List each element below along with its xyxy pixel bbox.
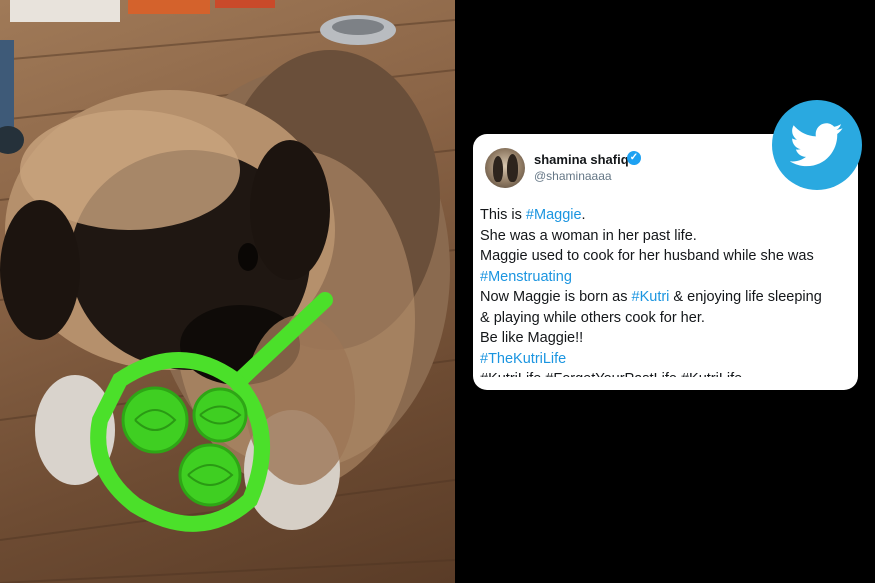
puppy-eye (238, 243, 258, 271)
hashtag-link[interactable]: #Maggie (526, 207, 582, 223)
background-box (10, 0, 120, 22)
background-orange-bin (128, 0, 210, 14)
tweet-line: This is #Maggie. (480, 207, 586, 223)
user-display-name: shamina shafiq (534, 152, 629, 167)
tweet-line: Maggie used to cook for her husband whil… (480, 248, 814, 264)
puppy-ear-left (0, 200, 80, 340)
tweet-line: Be like Maggie!! (480, 330, 584, 346)
twitter-bird-glyph (790, 123, 843, 167)
hashtag-link[interactable]: #Kutri (632, 289, 670, 305)
user-handle: @shaminaaaa (534, 169, 612, 183)
puppy-illustration (0, 0, 455, 583)
hashtag-link[interactable]: #Menstruating (480, 269, 572, 285)
tweet-text: This is #Maggie. She was a woman in her … (480, 205, 852, 377)
user-avatar (485, 148, 525, 188)
tweet-line: She was a woman in her past life. (480, 227, 697, 244)
tweet-line: Now Maggie is born as #Kutri & enjoying … (480, 289, 822, 305)
tweet-line-cut-off: #KutriLife #ForgetYourPastLife #KutriLif… (480, 369, 852, 377)
hashtag-link[interactable]: #TheKutriLife (480, 351, 566, 367)
tweet-line: #TheKutriLife (480, 349, 852, 370)
twitter-bird-icon (772, 100, 862, 190)
puppy-photo (0, 0, 455, 583)
tweet-line: #Menstruating (480, 267, 852, 288)
verified-check-icon: ✓ (627, 151, 641, 165)
puppy-ear-right (250, 140, 330, 280)
tweet-line: & playing while others cook for her. (480, 309, 705, 326)
